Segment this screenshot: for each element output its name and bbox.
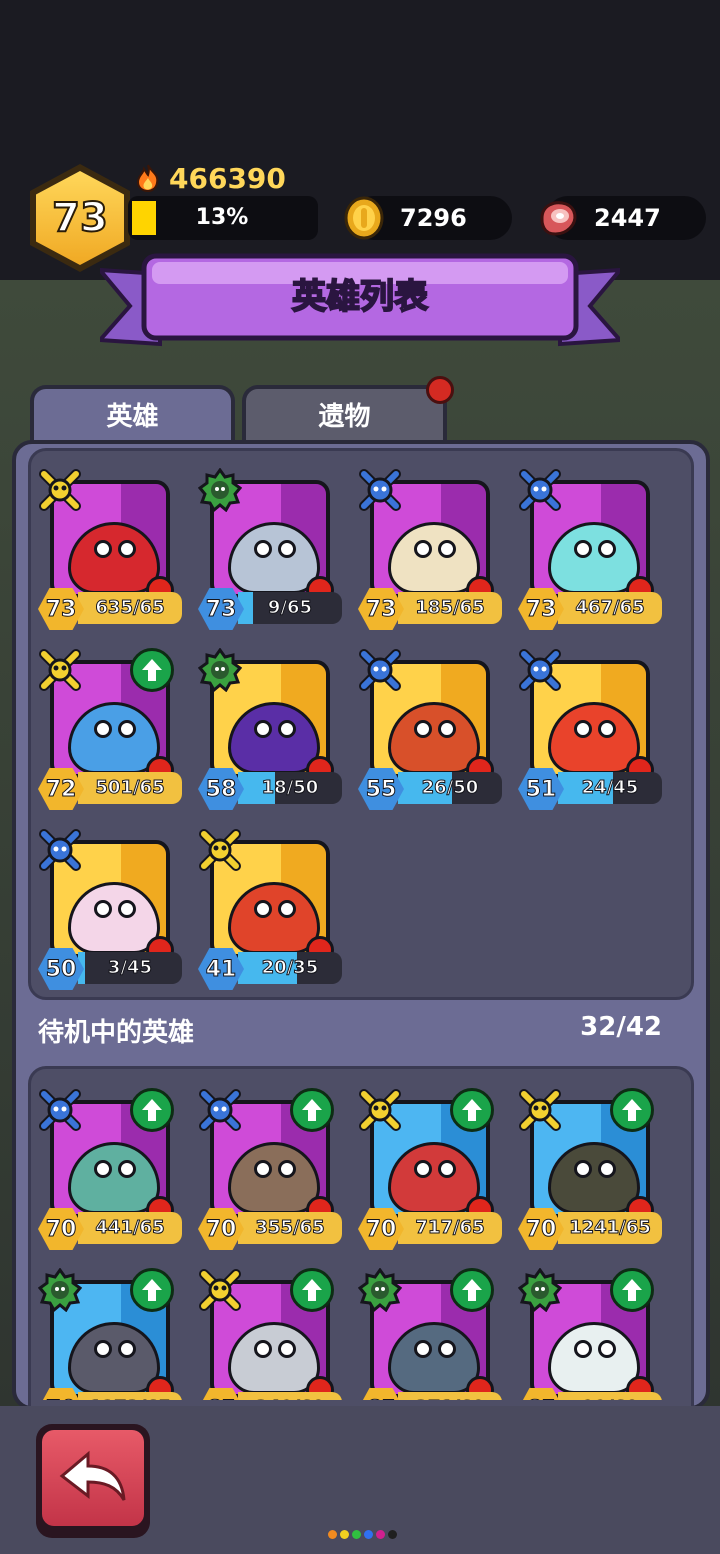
hero-card[interactable]: 99/60 65 <box>518 1268 662 1400</box>
upgrade-available-icon <box>450 1088 494 1132</box>
hero-figure <box>228 1322 320 1394</box>
page-dot <box>388 1530 397 1539</box>
hero-eye <box>574 1340 592 1358</box>
hero-card[interactable]: 349/60 65 <box>198 1268 342 1400</box>
hero-eye <box>598 1340 616 1358</box>
hero-eye <box>254 1340 272 1358</box>
hero-card[interactable]: 717/65 70 <box>358 1088 502 1250</box>
hero-card[interactable]: 355/65 70 <box>198 1088 342 1250</box>
attack-class-icon <box>519 1089 561 1131</box>
hero-shard-count: 355/65 <box>255 1217 325 1239</box>
page-dot <box>352 1530 361 1539</box>
hero-eye <box>94 1160 112 1178</box>
hero-shard-count: 1241/65 <box>569 1217 652 1239</box>
support-class-icon <box>358 1268 402 1312</box>
page-dot <box>328 1530 337 1539</box>
hero-eye <box>574 1160 592 1178</box>
hero-card[interactable]: 371/60 65 <box>358 1268 502 1400</box>
hero-eye <box>414 1340 432 1358</box>
hero-shard-progress: 441/65 <box>78 1212 182 1244</box>
upgrade-available-icon <box>290 1268 334 1312</box>
hero-eye <box>94 1340 112 1358</box>
hero-shard-progress: 349/60 <box>238 1392 342 1400</box>
hero-shard-count: 717/65 <box>415 1217 485 1239</box>
defense-class-icon <box>39 1089 81 1131</box>
hero-shard-progress: 99/60 <box>558 1392 662 1400</box>
page-indicator <box>328 1530 397 1539</box>
page-dot <box>376 1530 385 1539</box>
hero-shard-progress: 717/65 <box>398 1212 502 1244</box>
hero-figure <box>68 1322 160 1394</box>
hero-shard-progress: 371/60 <box>398 1392 502 1400</box>
hero-figure <box>548 1142 640 1214</box>
hero-eye <box>438 1160 456 1178</box>
hero-shard-progress: 1273/65 <box>78 1392 182 1400</box>
page-dot <box>364 1530 373 1539</box>
support-class-icon <box>38 1268 82 1312</box>
upgrade-available-icon <box>610 1268 654 1312</box>
upgrade-available-icon <box>290 1088 334 1132</box>
hero-figure <box>548 1322 640 1394</box>
upgrade-available-icon <box>130 1088 174 1132</box>
hero-figure <box>228 1142 320 1214</box>
hero-figure <box>388 1322 480 1394</box>
hero-eye <box>438 1340 456 1358</box>
hero-eye <box>598 1160 616 1178</box>
support-class-icon <box>518 1268 562 1312</box>
hero-eye <box>254 1160 272 1178</box>
hero-shard-count: 371/60 <box>398 1392 502 1401</box>
attack-class-icon <box>199 1269 241 1311</box>
page-dot <box>340 1530 349 1539</box>
back-button-face <box>42 1430 144 1526</box>
hero-shard-count: 99/60 <box>558 1392 662 1401</box>
hero-card[interactable]: 1241/65 70 <box>518 1088 662 1250</box>
hero-figure <box>68 1142 160 1214</box>
hero-eye <box>278 1340 296 1358</box>
hero-card[interactable]: 441/65 70 <box>38 1088 182 1250</box>
attack-class-icon <box>359 1089 401 1131</box>
upgrade-available-icon <box>130 1268 174 1312</box>
hero-card[interactable]: 1273/65 70 <box>38 1268 182 1400</box>
upgrade-available-icon <box>450 1268 494 1312</box>
back-arrow-icon <box>59 1450 126 1501</box>
hero-shard-progress: 1241/65 <box>558 1212 662 1244</box>
hero-shard-count: 441/65 <box>95 1217 165 1239</box>
hero-shard-progress: 355/65 <box>238 1212 342 1244</box>
upgrade-available-icon <box>610 1088 654 1132</box>
defense-class-icon <box>199 1089 241 1131</box>
hero-eye <box>118 1160 136 1178</box>
hero-eye <box>414 1160 432 1178</box>
hero-figure <box>388 1142 480 1214</box>
hero-eye <box>118 1340 136 1358</box>
hero-shard-count: 1273/65 <box>78 1392 182 1401</box>
hero-shard-count: 349/60 <box>238 1392 342 1401</box>
hero-eye <box>278 1160 296 1178</box>
